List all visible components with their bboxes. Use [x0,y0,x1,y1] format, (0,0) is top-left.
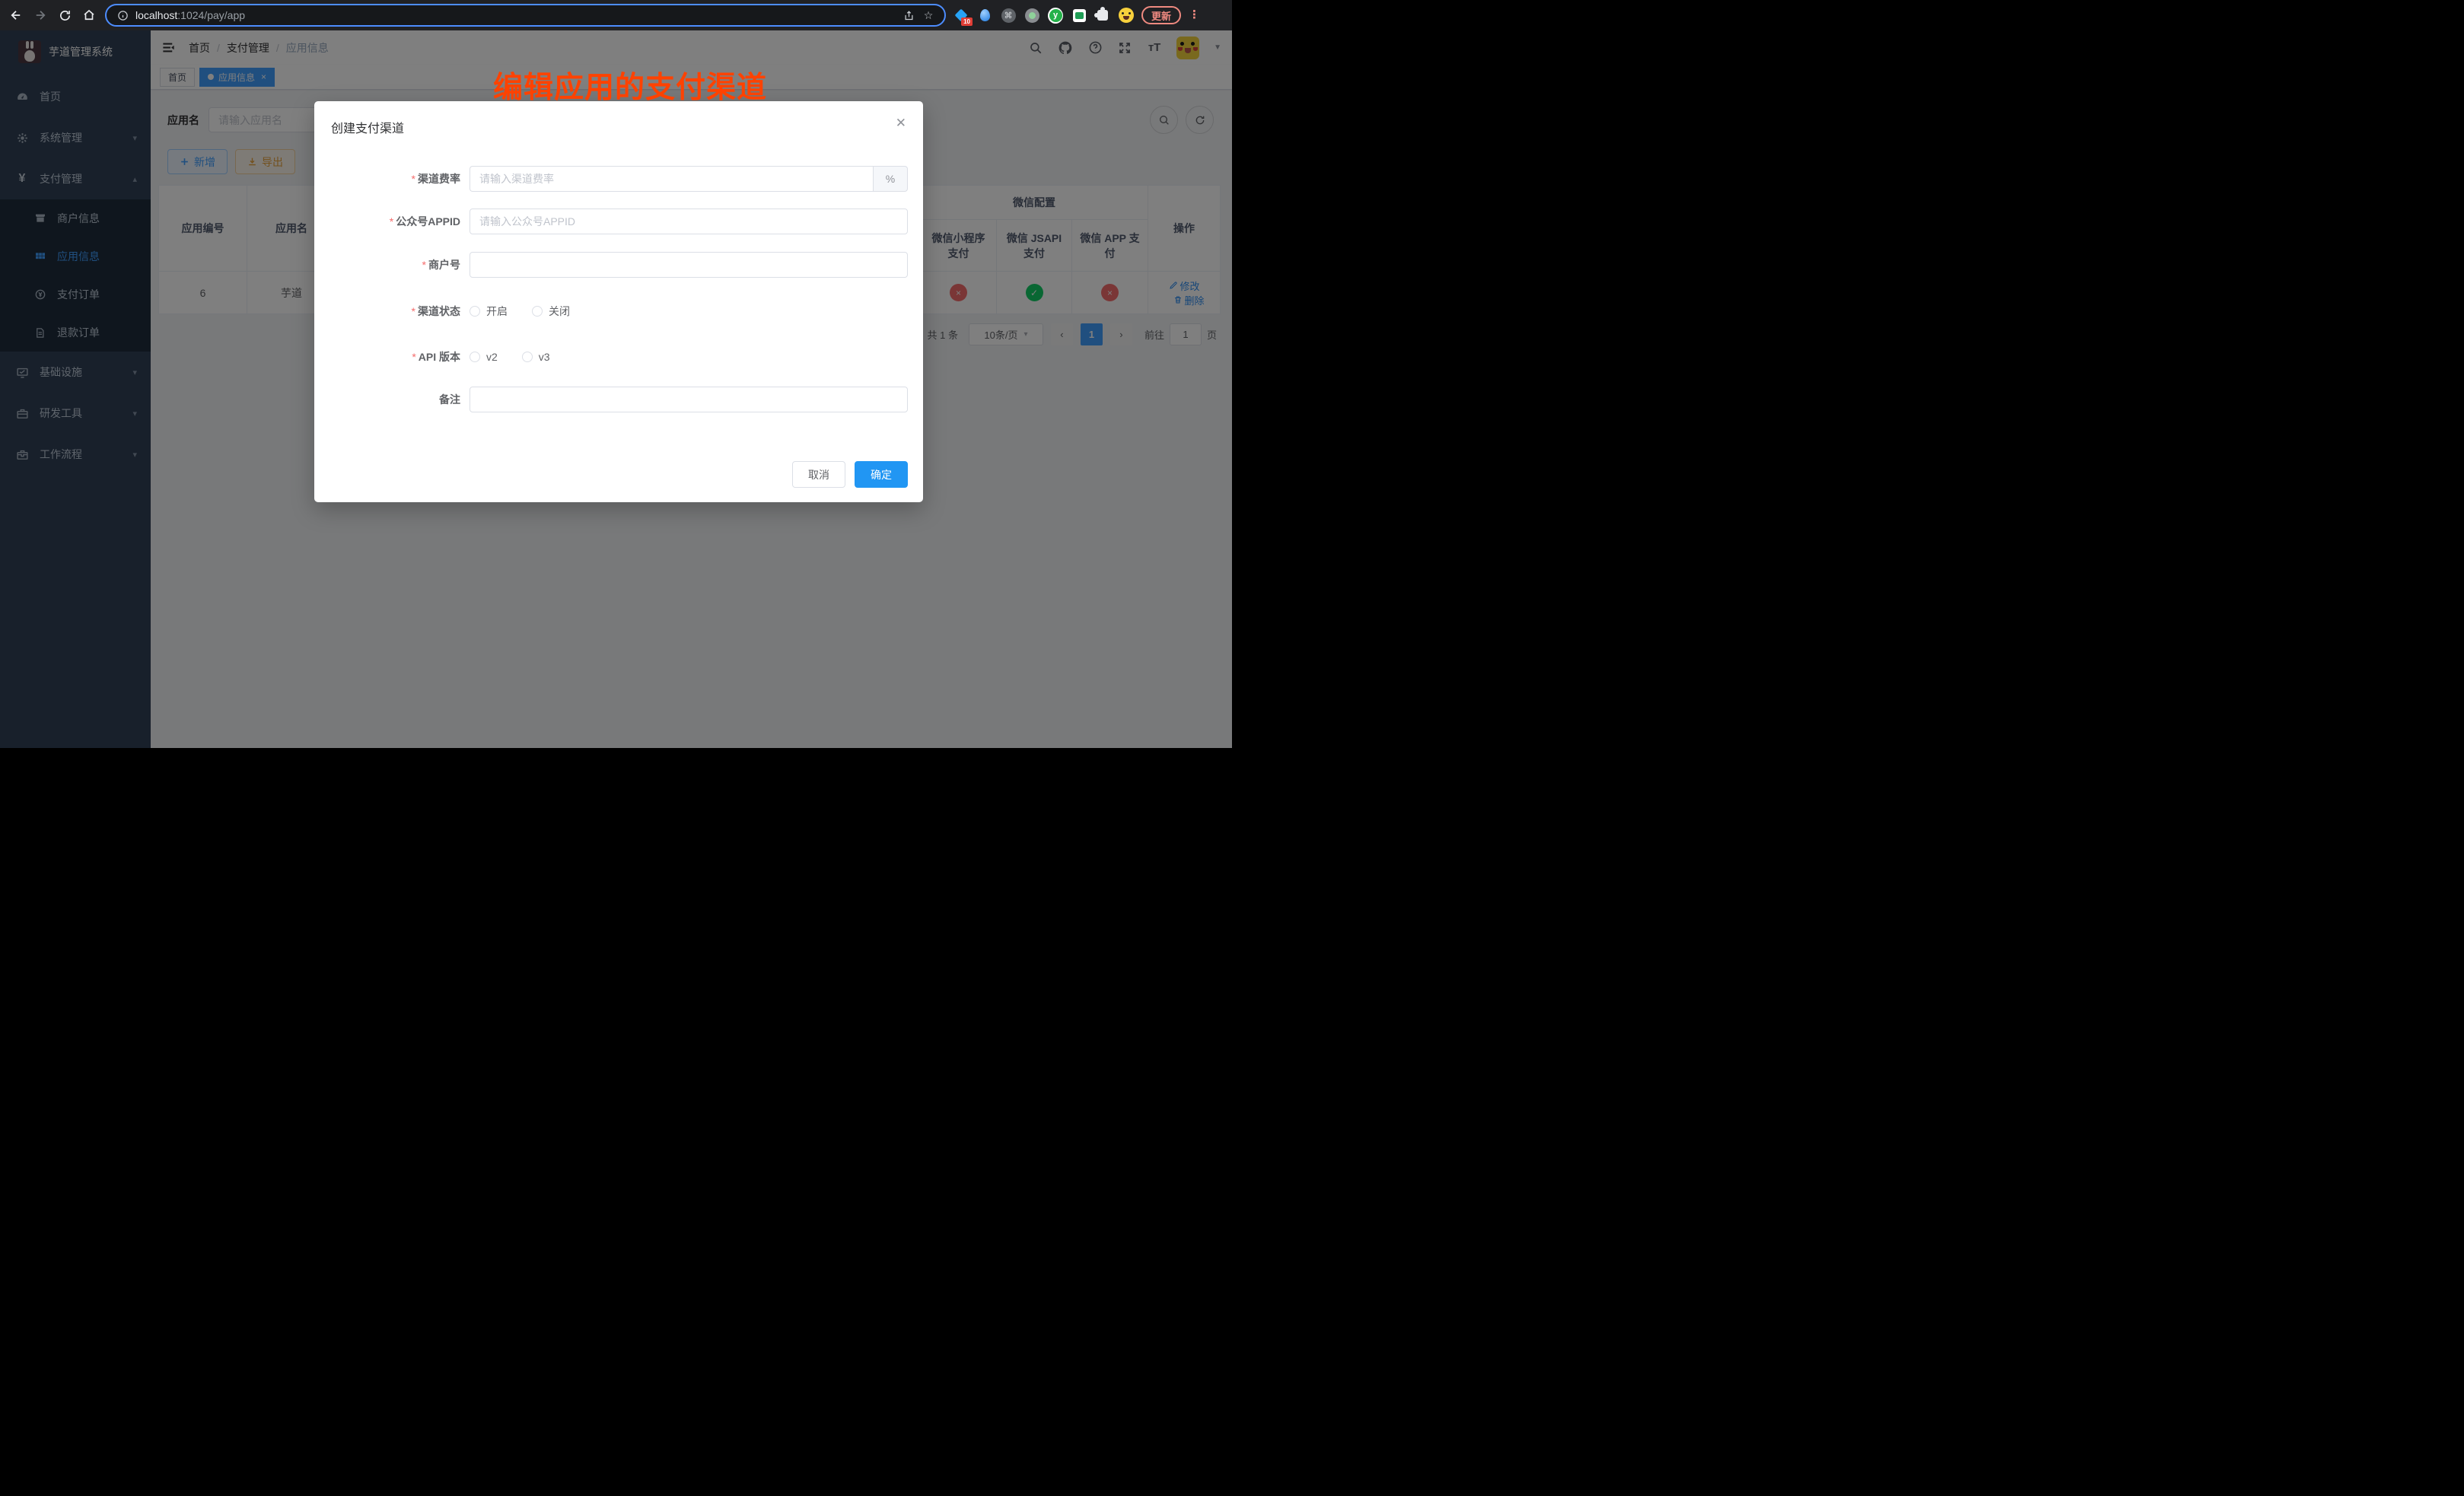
percent-suffix: % [873,166,908,192]
field-rate: *渠道费率 % [314,166,923,192]
extension-dot-icon[interactable] [1024,8,1039,23]
extension-chat-icon[interactable] [1071,8,1087,23]
browser-chrome: localhost:1024/pay/app ☆ 10 ⌘ y 更新 ⋮ [0,0,1232,30]
remark-input[interactable] [470,387,908,412]
extension-command-icon[interactable]: ⌘ [1001,8,1016,23]
field-merchant: *商户号 [314,252,923,278]
field-api-version: *API 版本 v2 v3 [314,345,923,369]
extension-y-icon[interactable]: y [1048,8,1063,23]
appid-input[interactable] [470,208,908,234]
required-asterisk: * [412,173,415,185]
bookmark-star-icon[interactable]: ☆ [922,8,935,22]
dialog-title: 创建支付渠道 [331,118,404,136]
radio-api-v2[interactable]: v2 [470,351,498,363]
site-info-icon[interactable] [116,8,129,22]
radio-api-v3[interactable]: v3 [522,351,550,363]
address-bar[interactable]: localhost:1024/pay/app ☆ [105,4,946,27]
browser-update-button[interactable]: 更新 [1141,6,1181,24]
radio-circle-icon [532,306,543,317]
create-channel-dialog: 创建支付渠道 ✕ *渠道费率 % *公众号APPID *商户号 [314,101,923,502]
cancel-button[interactable]: 取消 [792,461,845,488]
radio-circle-icon [470,306,480,317]
back-icon[interactable] [8,7,24,24]
url-text: localhost:1024/pay/app [135,9,896,21]
forward-icon[interactable] [32,7,49,24]
annotation-text: 编辑应用的支付渠道 [493,64,767,107]
radio-status-closed[interactable]: 关闭 [532,304,570,319]
close-icon[interactable]: ✕ [896,116,906,129]
required-asterisk: * [390,215,393,228]
dialog-footer: 取消 确定 [792,461,908,488]
screen: localhost:1024/pay/app ☆ 10 ⌘ y 更新 ⋮ 芋道管… [0,0,1232,748]
reload-icon[interactable] [56,7,73,24]
radio-circle-icon [522,352,533,362]
share-icon[interactable] [902,8,915,22]
extension-balloon-icon[interactable] [977,8,992,23]
extensions-puzzle-icon[interactable] [1095,8,1110,23]
required-asterisk: * [422,259,426,271]
extension-tray: 10 ⌘ y [953,8,1134,23]
browser-menu-icon[interactable]: ⋮ [1189,13,1195,18]
extension-diamond-icon[interactable]: 10 [953,8,969,23]
field-remark: 备注 [314,387,923,412]
field-status: *渠道状态 开启 关闭 [314,299,923,323]
app-frame: 芋道管理系统 首页 系统管理 ▾ ¥ 支付管理 ▴ [0,30,1232,748]
merchant-input[interactable] [470,252,908,278]
radio-status-open[interactable]: 开启 [470,304,508,319]
radio-circle-icon [470,352,480,362]
profile-emoji-icon[interactable] [1119,8,1134,23]
required-asterisk: * [412,351,415,363]
rate-input[interactable] [470,166,873,192]
required-asterisk: * [412,305,415,317]
confirm-button[interactable]: 确定 [855,461,908,488]
field-appid: *公众号APPID [314,208,923,234]
home-icon[interactable] [81,7,97,24]
